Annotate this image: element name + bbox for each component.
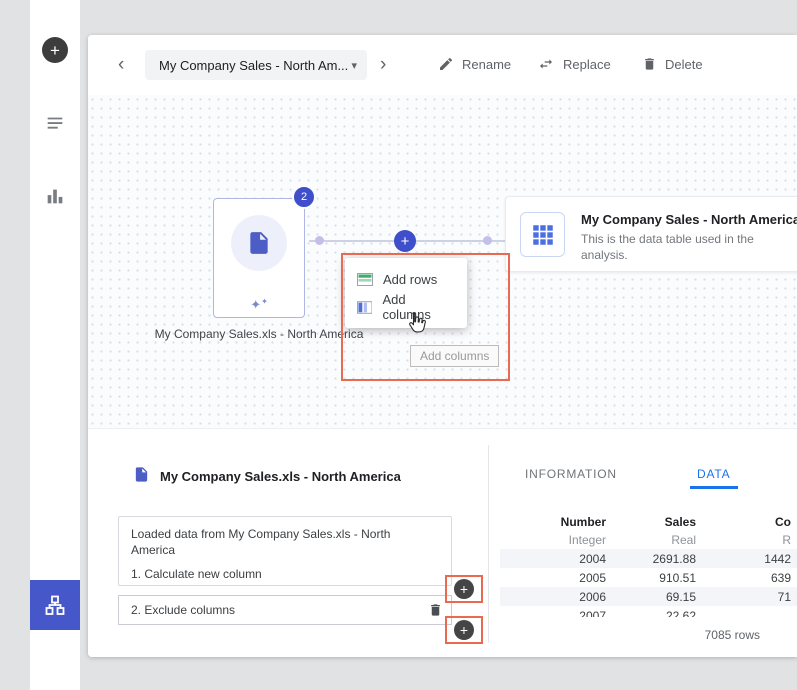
replace-label: Replace: [563, 57, 611, 72]
column-type: Real: [612, 531, 702, 549]
source-title: My Company Sales.xls - North America: [160, 469, 401, 484]
app-window: + ‹ My Company Sales - North Am... ▾ › R…: [0, 0, 797, 690]
loaded-data-text: Loaded data from My Company Sales.xls - …: [131, 526, 433, 558]
table-row: 2005 910.51 639: [500, 568, 797, 587]
table-row: 2007 22.62: [500, 606, 797, 617]
plus-icon: +: [50, 41, 60, 60]
column-header-number[interactable]: Number: [500, 513, 612, 531]
plus-icon: +: [460, 622, 468, 638]
column-header-sales[interactable]: Sales: [612, 513, 702, 531]
menu-item-label: Add rows: [383, 272, 437, 287]
sidebar: +: [30, 0, 80, 690]
sidebar-item-data-canvas[interactable]: [30, 580, 80, 630]
menu-item-add-rows[interactable]: Add rows: [345, 265, 467, 293]
column-type: Integer: [500, 531, 612, 549]
add-columns-icon: [357, 301, 372, 314]
sidebar-item-visualizations[interactable]: [43, 185, 67, 209]
table-card-description: This is the data table used in the analy…: [581, 232, 776, 263]
cell: 2006: [500, 587, 612, 606]
chevron-right-icon: ›: [380, 54, 386, 75]
column-header-cost[interactable]: Co: [702, 513, 797, 531]
data-table-card[interactable]: My Company Sales - North America This is…: [505, 196, 797, 272]
add-transformation-button[interactable]: +: [394, 230, 416, 252]
previous-dataset-button[interactable]: ‹: [118, 53, 124, 77]
cell: 910.51: [612, 568, 702, 587]
connector-endpoint: [483, 236, 492, 245]
add-rows-icon: [357, 273, 373, 286]
delete-button[interactable]: Delete: [642, 56, 703, 72]
trash-icon: [428, 602, 443, 618]
replace-icon: [537, 56, 555, 72]
tab-information[interactable]: INFORMATION: [525, 467, 617, 481]
cell: 2005: [500, 568, 612, 587]
document-icon: [133, 466, 150, 488]
cell: 2691.88: [612, 549, 702, 568]
canvas-toolbar: ‹ My Company Sales - North Am... ▾ › Ren…: [88, 35, 797, 95]
cell: 69.15: [612, 587, 702, 606]
insert-transformation-button[interactable]: +: [454, 620, 474, 640]
divider: [488, 445, 489, 643]
row-count: 7085 rows: [705, 628, 760, 642]
insert-transformation-button[interactable]: +: [454, 579, 474, 599]
highlight-outline: +: [445, 616, 483, 644]
step-label: 2. Exclude columns: [131, 603, 235, 617]
data-list-icon: [44, 113, 66, 135]
column-type: R: [702, 531, 797, 549]
bar-chart-icon: [44, 185, 66, 207]
details-panel: My Company Sales.xls - North America Loa…: [88, 428, 797, 657]
source-step-card[interactable]: Loaded data from My Company Sales.xls - …: [118, 516, 452, 586]
cell: 639: [702, 568, 797, 587]
connector-endpoint: [315, 236, 324, 245]
cell: 2004: [500, 549, 612, 568]
cell: 22.62: [612, 606, 702, 617]
table-row: 2004 2691.88 1442: [500, 549, 797, 568]
source-file-node[interactable]: ✦✦: [213, 198, 305, 318]
add-button[interactable]: +: [42, 37, 68, 63]
cell: 71: [702, 587, 797, 606]
source-node-label: My Company Sales.xls - North America: [155, 327, 364, 341]
table-grid-icon: [520, 212, 565, 257]
plus-icon: +: [401, 233, 410, 250]
tooltip: Add columns: [410, 345, 499, 367]
next-dataset-button[interactable]: ›: [380, 53, 386, 77]
sparkle-icon: ✦✦: [250, 298, 268, 311]
chevron-left-icon: ‹: [118, 54, 124, 75]
document-icon: [246, 230, 272, 256]
rename-label: Rename: [462, 57, 511, 72]
data-canvas-panel: ‹ My Company Sales - North Am... ▾ › Ren…: [88, 35, 797, 657]
plus-icon: +: [460, 581, 468, 597]
cell: [702, 606, 797, 617]
table-card-text: My Company Sales - North America This is…: [581, 212, 797, 256]
table-card-title: My Company Sales - North America: [581, 212, 797, 227]
replace-button[interactable]: Replace: [537, 56, 611, 72]
delete-label: Delete: [665, 57, 703, 72]
step-calculate-new-column: 1. Calculate new column: [131, 567, 439, 581]
step-exclude-columns[interactable]: 2. Exclude columns: [118, 595, 452, 625]
data-preview-table: Number Sales Co Integer Real R 2004: [500, 513, 797, 617]
rename-button[interactable]: Rename: [438, 56, 511, 72]
trash-icon: [642, 56, 657, 72]
dataset-dropdown-label: My Company Sales - North Am...: [159, 58, 348, 73]
sidebar-item-data[interactable]: [43, 113, 67, 137]
data-canvas: ✦✦ 2 My Company Sales.xls - North Americ…: [88, 95, 797, 428]
tab-data[interactable]: DATA: [697, 467, 730, 481]
file-icon-circle: [231, 215, 287, 271]
table-row: 2006 69.15 71: [500, 587, 797, 606]
dataset-dropdown[interactable]: My Company Sales - North Am... ▾: [145, 50, 367, 80]
cursor-pointer-icon: [406, 311, 426, 339]
cell: 1442: [702, 549, 797, 568]
active-tab-indicator: [690, 486, 738, 489]
pencil-icon: [438, 56, 454, 72]
cell: 2007: [500, 606, 612, 617]
highlight-outline: +: [445, 575, 483, 603]
caret-down-icon: ▾: [351, 59, 357, 72]
data-canvas-icon: [43, 593, 67, 617]
delete-step-button[interactable]: [426, 600, 445, 620]
node-count-badge: 2: [292, 185, 316, 209]
